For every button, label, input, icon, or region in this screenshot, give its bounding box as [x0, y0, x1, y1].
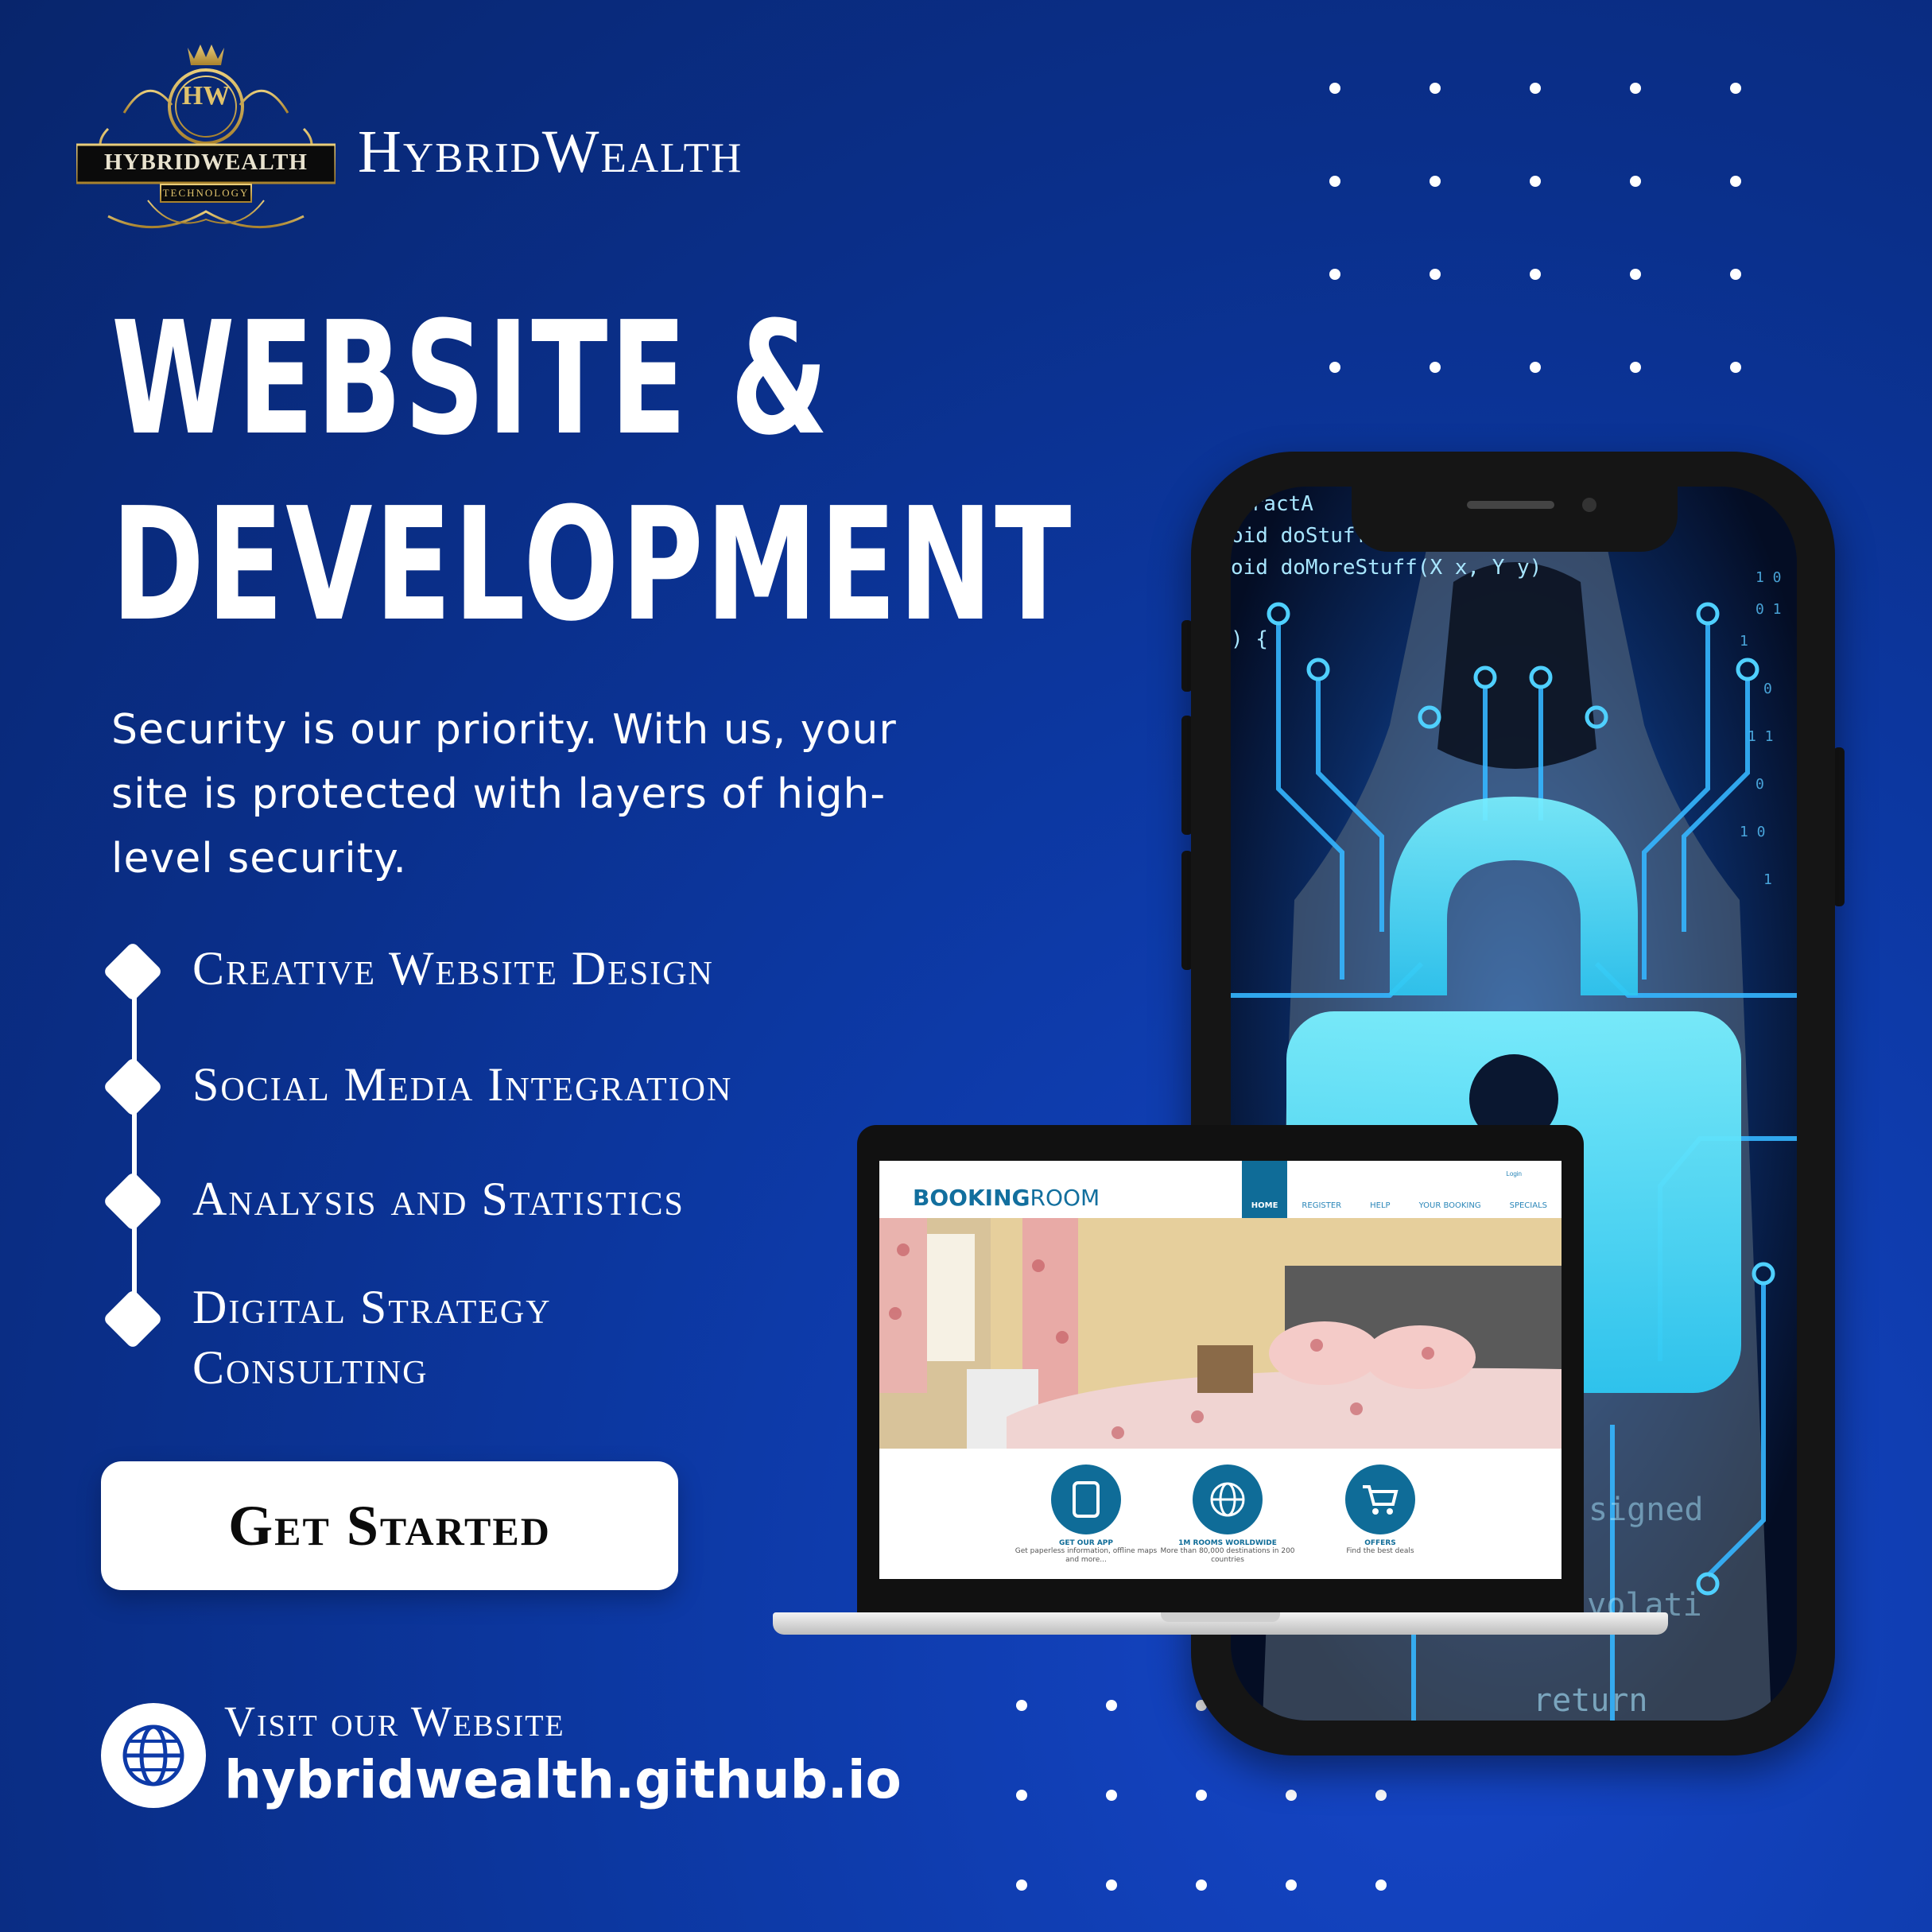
cart-icon: [1345, 1465, 1415, 1534]
mobile-app-icon: [1051, 1465, 1121, 1534]
decorative-dot: [1016, 1790, 1027, 1801]
svg-text:1: 1: [1763, 871, 1772, 888]
decorative-dot: [1730, 362, 1741, 373]
laptop-notch: [1161, 1612, 1280, 1622]
decorative-dot: [1329, 83, 1340, 94]
feature-item: Analysis and Statistics: [192, 1173, 685, 1225]
laptop-screen: BOOKINGROOM Login HOME REGISTER HELP YOU…: [879, 1161, 1562, 1579]
page-headline: WEBSITE & DEVELOPMENT: [111, 286, 1073, 658]
feature-item: Creative Website Design: [192, 942, 714, 995]
headline-line-2: DEVELOPMENT: [111, 475, 1074, 656]
decorative-dot: [1730, 176, 1741, 187]
svg-text:1 0: 1 0: [1740, 824, 1766, 840]
svg-text:0 1: 0 1: [1755, 601, 1782, 618]
phone-side-button: [1833, 747, 1845, 906]
brand-name: HybridWealth: [358, 118, 743, 185]
feature-item: Digital Strategy Consulting: [192, 1281, 552, 1394]
booking-feature: OFFERS Find the best deals: [1309, 1465, 1452, 1556]
decorative-dot: [1375, 1880, 1387, 1891]
nav-home[interactable]: HOME: [1241, 1161, 1288, 1218]
feature-desc: More than 80,000 destinations in 200 cou…: [1160, 1547, 1295, 1564]
svg-text:0: 0: [1763, 681, 1772, 697]
globe-icon: [1193, 1465, 1263, 1534]
feature-desc: Find the best deals: [1346, 1547, 1414, 1555]
visit-website-label: Visit our Website: [224, 1697, 565, 1745]
headline-line-1: WEBSITE &: [111, 289, 831, 470]
decorative-dot: [1286, 1880, 1297, 1891]
get-started-label: Get Started: [228, 1493, 551, 1558]
decorative-dot: [1196, 1790, 1207, 1801]
decorative-dot: [1329, 362, 1340, 373]
decorative-dot: [1630, 176, 1641, 187]
decorative-dot: [1286, 1790, 1297, 1801]
feature-title: OFFERS: [1364, 1539, 1396, 1547]
booking-feature: GET OUR APP Get paperless information, o…: [1014, 1465, 1158, 1565]
code-line: ) {: [1231, 627, 1268, 651]
booking-feature: 1M ROOMS WORLDWIDE More than 80,000 dest…: [1156, 1465, 1299, 1565]
decorative-dot: [1630, 269, 1641, 280]
decorative-dot: [1375, 1790, 1387, 1801]
decorative-dot: [1329, 269, 1340, 280]
decorative-dot: [1530, 176, 1541, 187]
decorative-dot: [1730, 83, 1741, 94]
phone-camera: [1582, 498, 1596, 512]
nav-register[interactable]: REGISTER: [1287, 1201, 1356, 1218]
decorative-dot: [1106, 1880, 1117, 1891]
feature-bullet-diamond: [102, 941, 164, 1003]
get-started-button[interactable]: Get Started: [101, 1461, 678, 1590]
decorative-dot: [1106, 1700, 1117, 1711]
decorative-dot: [1430, 176, 1441, 187]
booking-room-logo: BOOKINGROOM: [913, 1185, 1100, 1211]
logo-emblem: [75, 45, 337, 229]
decorative-dot: [1430, 83, 1441, 94]
decorative-dot: [1730, 269, 1741, 280]
crown-icon: [188, 45, 224, 65]
logo-initials: HW: [181, 81, 231, 111]
feature-bullet-diamond: [102, 1056, 164, 1118]
phone-notch: [1352, 487, 1678, 552]
booking-nav: HOME REGISTER HELP YOUR BOOKING SPECIALS: [1241, 1161, 1562, 1218]
svg-text:1: 1: [1740, 633, 1748, 650]
svg-text:1 0: 1 0: [1755, 569, 1782, 586]
nav-help[interactable]: HELP: [1356, 1201, 1404, 1218]
code-line: return: [1533, 1682, 1648, 1719]
logo-title: HYBRIDWEALTH: [104, 149, 308, 175]
feature-bullet-diamond: [102, 1170, 164, 1232]
nav-your-booking[interactable]: YOUR BOOKING: [1405, 1201, 1496, 1218]
feature-title: 1M ROOMS WORLDWIDE: [1178, 1539, 1277, 1547]
brand-logo: HW HYBRIDWEALTH TECHNOLOGY: [75, 41, 337, 240]
decorative-dot: [1196, 1880, 1207, 1891]
feature-bullet-diamond: [102, 1288, 164, 1350]
code-line: signed: [1589, 1492, 1704, 1528]
decorative-dot: [1106, 1790, 1117, 1801]
feature-desc: Get paperless information, offline maps …: [1014, 1547, 1158, 1564]
nav-specials[interactable]: SPECIALS: [1496, 1201, 1562, 1218]
feature-connector-line: [132, 962, 137, 1312]
decorative-dot: [1430, 269, 1441, 280]
code-line: oid doMoreStuff(X x, Y y): [1231, 556, 1542, 580]
globe-icon: [101, 1703, 206, 1808]
decorative-dot: [1016, 1700, 1027, 1711]
decorative-dot: [1630, 362, 1641, 373]
logo-subtitle: TECHNOLOGY: [162, 187, 250, 199]
decorative-dot: [1329, 176, 1340, 187]
phone-speaker: [1467, 501, 1554, 509]
decorative-dot: [1530, 83, 1541, 94]
decorative-dot: [1530, 362, 1541, 373]
decorative-dot: [1016, 1880, 1027, 1891]
website-link[interactable]: hybridwealth.github.io: [224, 1749, 902, 1810]
feature-title: GET OUR APP: [1059, 1539, 1113, 1547]
tagline: Security is our priority. With us, your …: [111, 706, 897, 883]
decorative-dot: [1530, 269, 1541, 280]
decorative-dot: [1630, 83, 1641, 94]
decorative-dot: [1430, 362, 1441, 373]
svg-text:0: 0: [1755, 776, 1764, 793]
svg-text:1 1: 1 1: [1748, 728, 1774, 745]
feature-item: Social Media Integration: [192, 1058, 733, 1111]
bedroom-photo: [879, 1218, 1562, 1449]
